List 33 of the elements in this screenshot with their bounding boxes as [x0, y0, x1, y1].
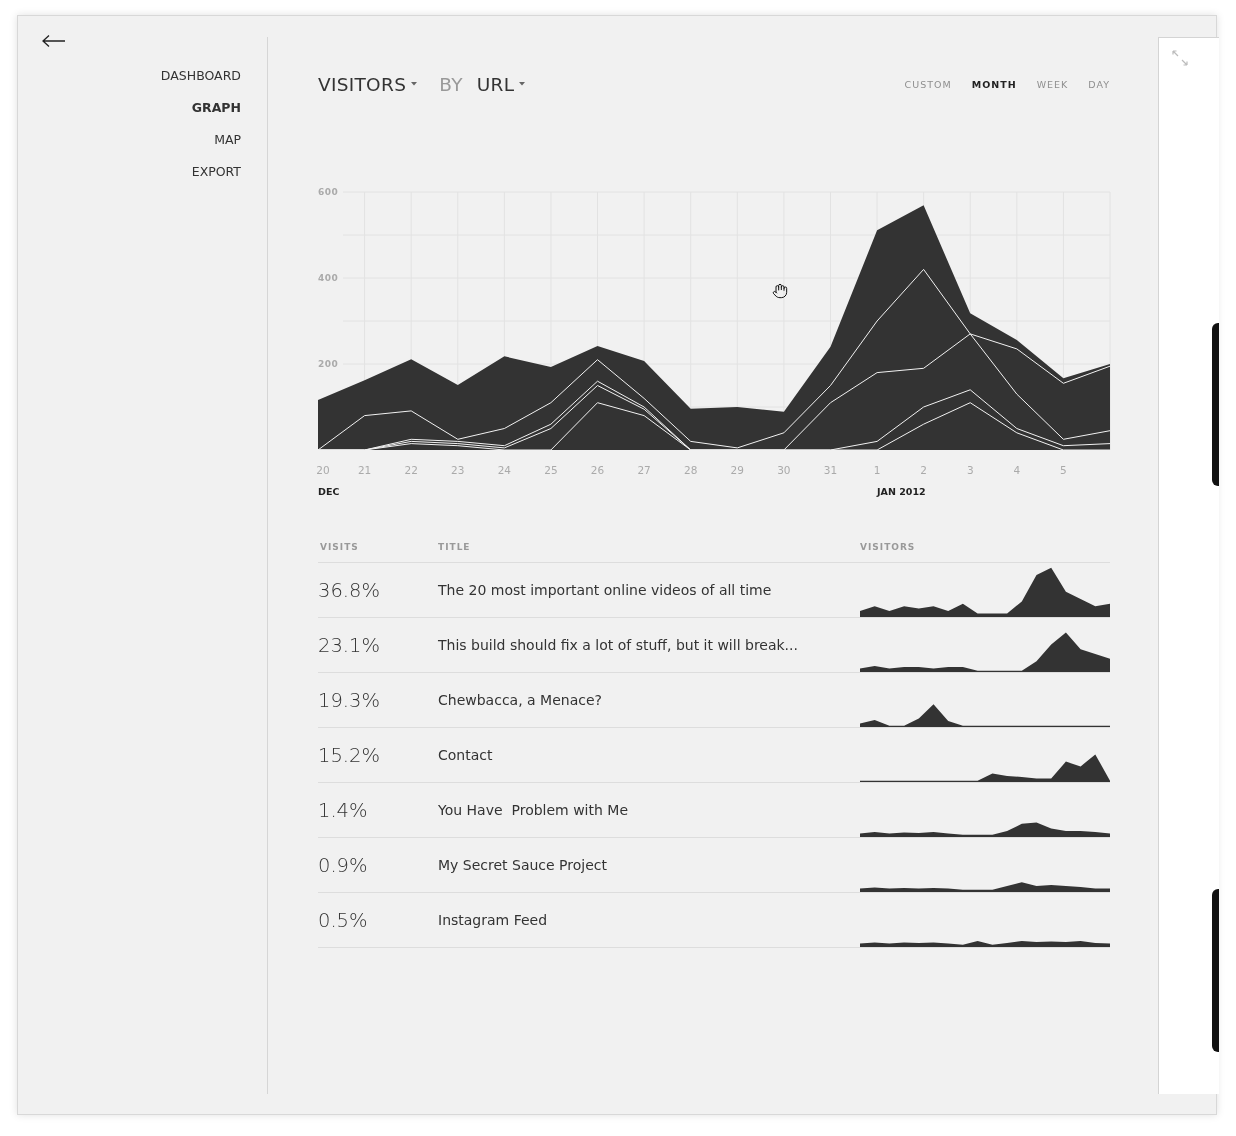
axis-label: 25: [544, 464, 558, 476]
axis-label: 29: [730, 464, 744, 476]
visits-cell-text: 0.9%: [318, 853, 369, 877]
month-label: DEC: [318, 486, 340, 497]
axis-label: 400: [318, 273, 339, 283]
axis-label: 30: [777, 464, 791, 476]
axis-label: 24: [497, 464, 512, 476]
axis-label: 2: [920, 464, 927, 476]
column-header: TITLE: [438, 542, 472, 552]
axis-label: 20: [316, 464, 330, 476]
by-label: BY: [439, 73, 463, 95]
visits-cell-text: 1.4%: [318, 798, 369, 822]
axis-label: 22: [404, 464, 418, 476]
axis-label: 21: [357, 464, 372, 476]
axis-label: 31: [823, 464, 838, 476]
visits-cell-text: 36.8%: [318, 578, 381, 602]
axis-label: 200: [318, 359, 339, 369]
axis-label: 4: [1013, 464, 1021, 476]
axis-label: 26: [590, 464, 605, 476]
column-header: VISITS: [319, 542, 360, 552]
month-label: JAN 2012: [877, 486, 926, 497]
axis-label: 28: [684, 464, 698, 476]
visits-cell-text: 23.1%: [318, 633, 381, 657]
column-header: VISITORS: [860, 542, 917, 552]
axis-label: 3: [966, 464, 974, 476]
axis-label: 5: [1060, 464, 1067, 476]
axis-label: 600: [318, 187, 339, 197]
axis-label: 27: [637, 464, 651, 476]
visits-cell-text: 19.3%: [318, 688, 381, 712]
axis-label: 23: [451, 464, 465, 476]
visits-cell-text: 15.2%: [318, 743, 381, 767]
axis-label: 1: [873, 464, 881, 476]
visits-cell-text: 0.5%: [318, 908, 369, 932]
